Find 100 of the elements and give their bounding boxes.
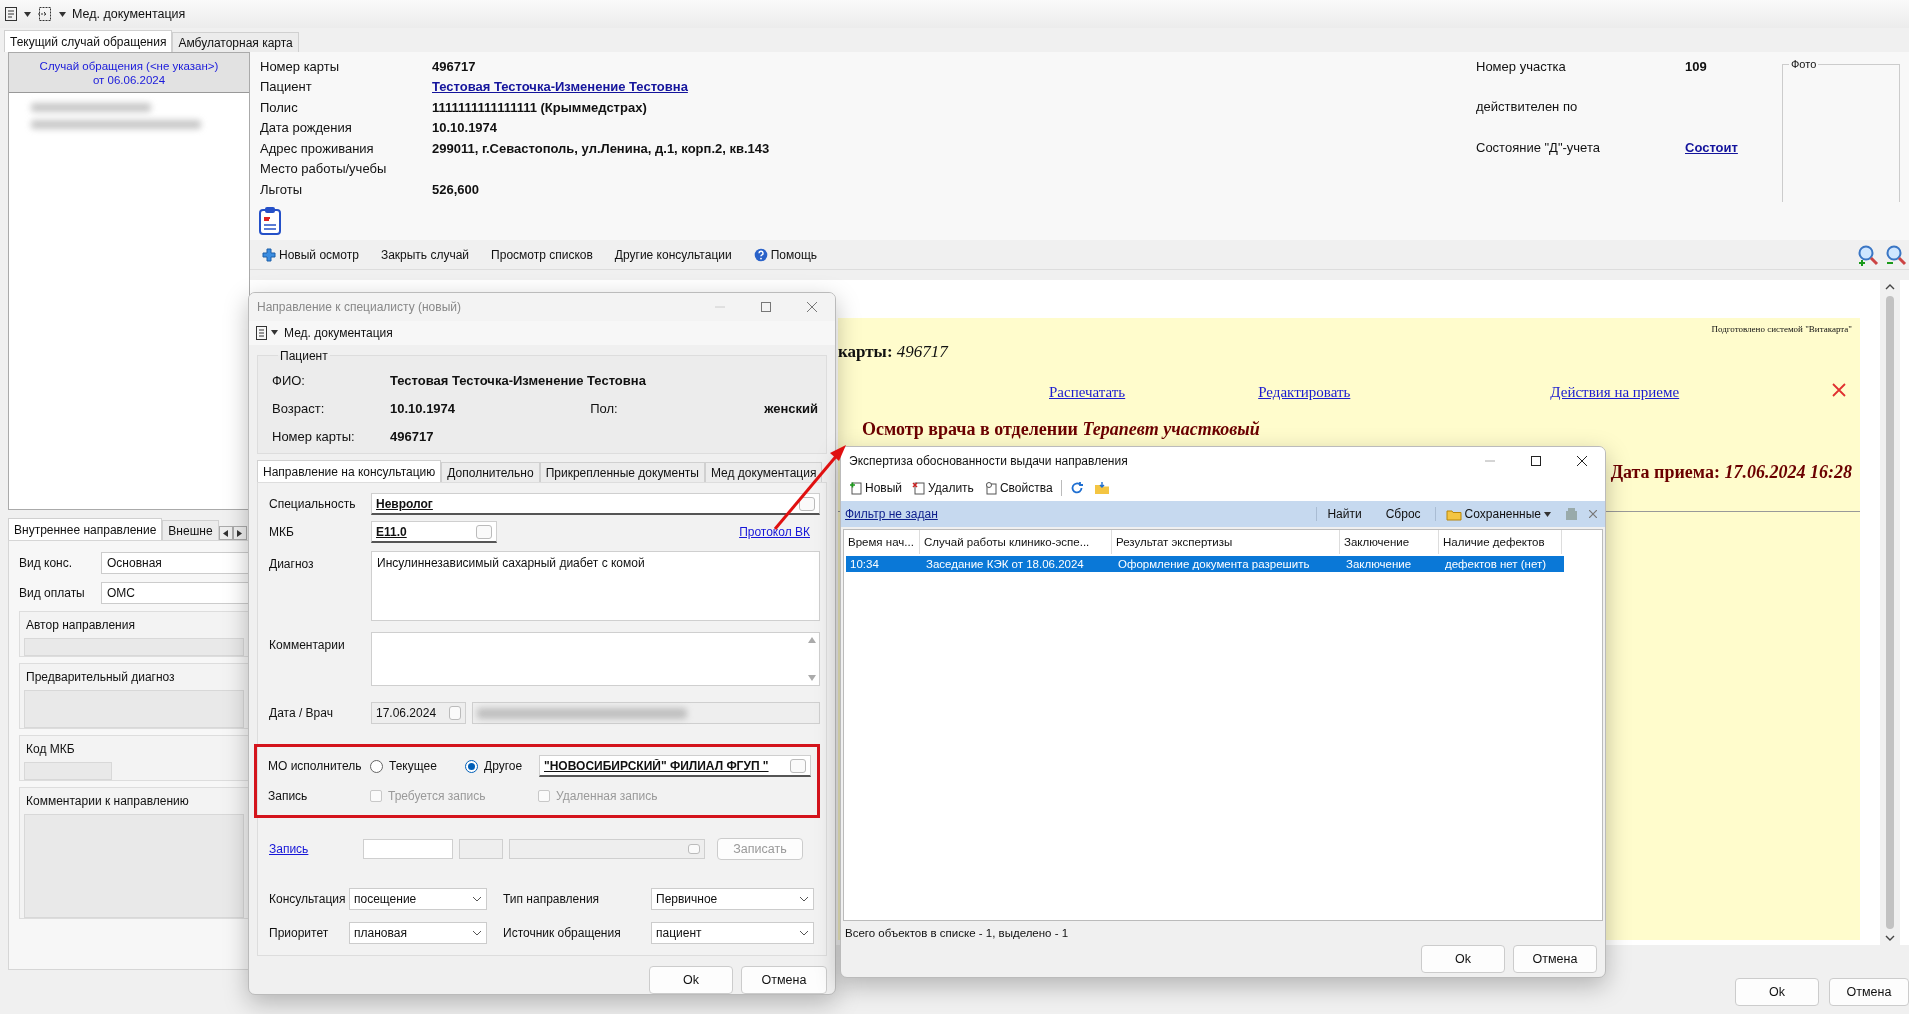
ok-button[interactable]: Ok: [1421, 945, 1505, 973]
field-label: Тип направления: [503, 892, 601, 907]
document-link[interactable]: Редактировать: [1258, 383, 1351, 401]
patient-link[interactable]: Состоит: [1685, 139, 1760, 155]
field-label: Номер карты:: [272, 429, 356, 445]
column-header[interactable]: Случай работы клинико-эспе...: [920, 530, 1112, 554]
toolbar-button[interactable]: Удалить: [908, 479, 978, 497]
refresh-icon[interactable]: [1069, 481, 1084, 495]
input-field[interactable]: [459, 839, 503, 860]
tab[interactable]: Прикрепленные документы: [539, 462, 705, 483]
input-field[interactable]: ОМС: [101, 582, 249, 604]
patient-link[interactable]: Тестовая Тесточка-Изменение Тестовна: [432, 79, 770, 95]
scroll-up-icon: [1885, 284, 1895, 290]
toolbar-button[interactable]: Новый осмотр: [262, 247, 359, 262]
scroll-down-icon: [808, 675, 816, 682]
document-icon: [255, 324, 269, 341]
column-header[interactable]: Заключение: [1340, 530, 1439, 554]
field-label: Возраст:: [272, 401, 326, 417]
column-header[interactable]: Результат экспертизы: [1112, 530, 1340, 554]
reset-button[interactable]: Сброс: [1375, 507, 1431, 521]
caret-icon: [271, 330, 278, 336]
field-label: Консультация: [269, 892, 347, 907]
document-link[interactable]: Действия на приеме: [1550, 383, 1680, 401]
cancel-button[interactable]: Отмена: [741, 966, 827, 994]
export-icon[interactable]: [37, 6, 53, 22]
radio-option[interactable]: Другое: [465, 759, 539, 774]
saved-filters-button[interactable]: Сохраненные: [1434, 507, 1561, 521]
cancel-button[interactable]: Отмена: [1513, 945, 1597, 973]
mkb-field[interactable]: E11.0: [371, 521, 497, 544]
chevron-down-icon: [799, 930, 809, 937]
tab[interactable]: Внешне: [162, 520, 219, 540]
input-field[interactable]: [509, 839, 705, 860]
input-field[interactable]: [24, 638, 244, 656]
cancel-button[interactable]: Отмена: [1829, 978, 1909, 1006]
chevron-down-icon: [472, 896, 482, 903]
field-label: Приоритет: [269, 926, 330, 941]
field-value: 526,600: [432, 181, 480, 197]
field-label: Дата рождения: [260, 120, 353, 136]
menu-item[interactable]: Мед. документация: [72, 7, 186, 21]
caret-icon: [59, 11, 66, 17]
dropdown[interactable]: Первичное: [651, 888, 814, 911]
record-link[interactable]: Запись: [269, 842, 357, 857]
dropdown[interactable]: плановая: [349, 922, 487, 945]
field-label: Дата / Врач: [269, 706, 334, 721]
tab[interactable]: Направление на консультацию: [257, 460, 442, 483]
filter-link[interactable]: Фильтр не задан: [845, 507, 1313, 521]
column-header[interactable]: Время нач...: [844, 530, 920, 554]
toolbar-button[interactable]: Новый: [845, 479, 907, 497]
protocol-link[interactable]: Протокол ВК: [739, 525, 810, 540]
case-header[interactable]: Случай обращения (<не указан>) от 06.06.2024: [9, 53, 249, 93]
field-label: Источник обращения: [503, 926, 622, 941]
find-button[interactable]: Найти: [1316, 507, 1372, 521]
comments-field[interactable]: [371, 632, 820, 687]
organization-field[interactable]: "НОВОСИБИРСКИЙ" ФИЛИАЛ ФГУП ": [539, 755, 811, 778]
footnote-text: Подготовлено системой "Витакарта": [1711, 324, 1852, 334]
radio-option[interactable]: Текущее: [370, 759, 465, 774]
dropdown[interactable]: пациент: [651, 922, 814, 945]
table-row[interactable]: 10:34 Заседание КЭК от 18.06.2024 Оформление документа разрешить Заключение дефектов нет (нет): [846, 556, 1564, 572]
menu-item[interactable]: Мед. документация: [284, 325, 393, 340]
field-label: Диагноз: [269, 556, 315, 572]
time-field[interactable]: [363, 839, 453, 860]
dropdown[interactable]: посещение: [349, 888, 487, 911]
toolbar-button[interactable]: Свойства: [979, 479, 1057, 497]
tab[interactable]: Амбулаторная карта: [172, 32, 299, 52]
window-title: Экспертиза обоснованности выдачи направления: [849, 454, 1129, 468]
document-link[interactable]: Распечатать: [1049, 383, 1126, 401]
clipboard-icon[interactable]: [258, 206, 282, 236]
tab[interactable]: Внутреннее направление: [8, 518, 163, 540]
toolbar-button[interactable]: Закрыть случай: [380, 247, 470, 262]
input-field[interactable]: [24, 762, 112, 780]
folder-icon[interactable]: [1093, 481, 1110, 495]
input-field[interactable]: [24, 690, 244, 728]
doctor-field[interactable]: [472, 702, 820, 725]
diagnosis-field[interactable]: Инсулиннезависимый сахарный диабет с комой: [371, 551, 820, 622]
column-header[interactable]: Наличие дефектов: [1439, 530, 1562, 554]
field-label: Номер участка: [1476, 58, 1567, 74]
ok-button[interactable]: Ok: [1735, 978, 1819, 1006]
tab[interactable]: Дополнительно: [441, 462, 540, 483]
field-label: Номер карты: [260, 58, 341, 74]
plus-icon: [262, 247, 276, 262]
document-heading: Осмотр врача в отделении Терапевт участковый: [862, 419, 1261, 440]
close-icon[interactable]: [1577, 456, 1587, 466]
tab[interactable]: Мед документация: [704, 462, 823, 483]
input-field[interactable]: Основная: [101, 552, 249, 574]
ok-button[interactable]: Ok: [649, 966, 733, 994]
date-field[interactable]: 17.06.2024: [371, 702, 467, 725]
save-menu-icon[interactable]: [4, 6, 18, 22]
specialty-field[interactable]: Невролог: [371, 493, 820, 516]
maximize-icon[interactable]: [1531, 456, 1541, 466]
toolbar-button[interactable]: Просмотр списков: [491, 247, 593, 262]
field-label: МО исполнитель: [268, 759, 363, 774]
left-arrow-icon: [223, 529, 229, 537]
window-title: Направление к специалисту (новый): [257, 300, 462, 314]
toolbar-button[interactable]: Помощь: [753, 247, 818, 262]
field-label: ФИО:: [272, 373, 306, 389]
tab[interactable]: Текущий случай обращения: [4, 30, 173, 52]
save-filter-icon[interactable]: [1565, 507, 1579, 521]
delete-icon: [912, 481, 927, 495]
toolbar-button[interactable]: Другие консультации: [614, 247, 732, 262]
scroll-up-icon: [808, 637, 816, 644]
